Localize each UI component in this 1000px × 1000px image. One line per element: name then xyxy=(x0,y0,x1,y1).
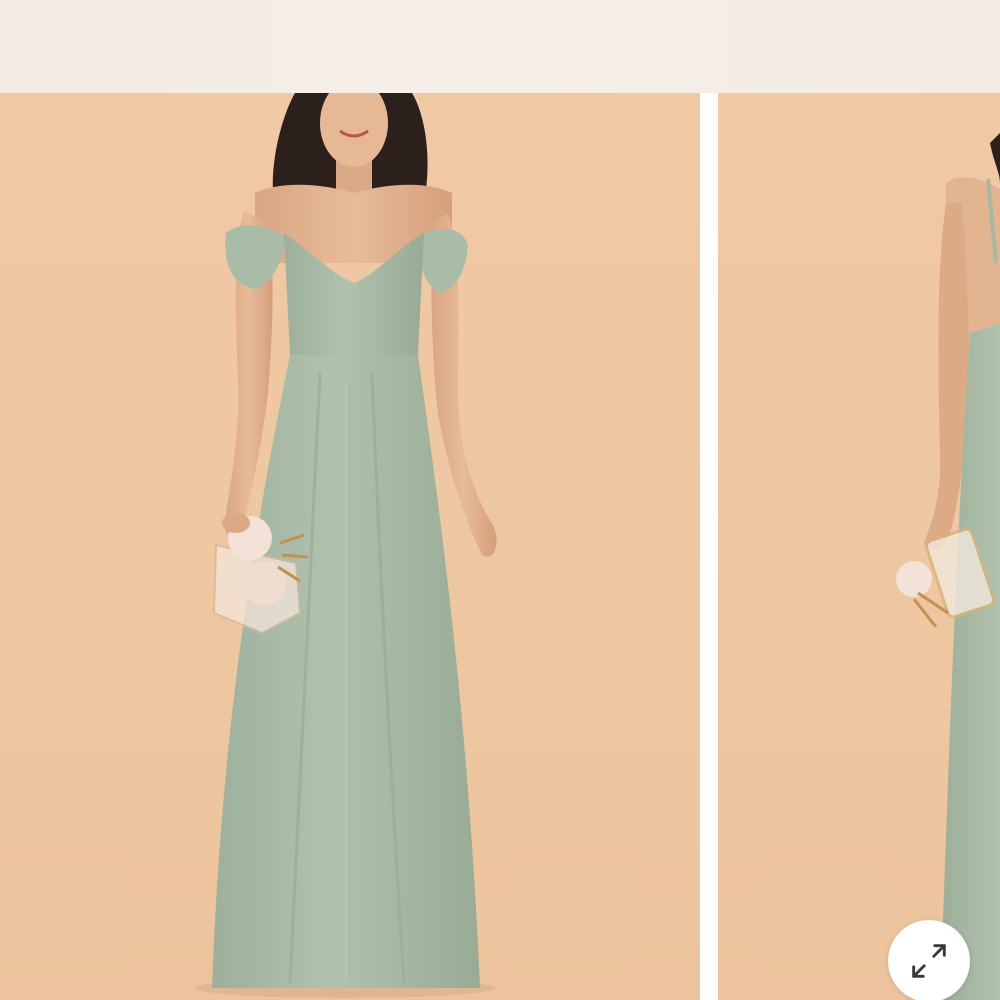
product-image-side[interactable] xyxy=(718,93,1000,1000)
model-side-illustration xyxy=(896,133,1000,1000)
model-front-illustration xyxy=(195,93,497,998)
expand-arrows-icon xyxy=(912,944,946,978)
product-image-front[interactable] xyxy=(0,93,700,1000)
top-bar xyxy=(0,0,1000,93)
expand-image-button[interactable]: expand-arrows-icon xyxy=(888,920,970,1000)
slide-divider xyxy=(700,93,718,1000)
product-gallery-page: product-photo-front product-photo-side e… xyxy=(0,0,1000,1000)
image-carousel[interactable]: product-photo-front product-photo-side xyxy=(0,93,1000,1000)
